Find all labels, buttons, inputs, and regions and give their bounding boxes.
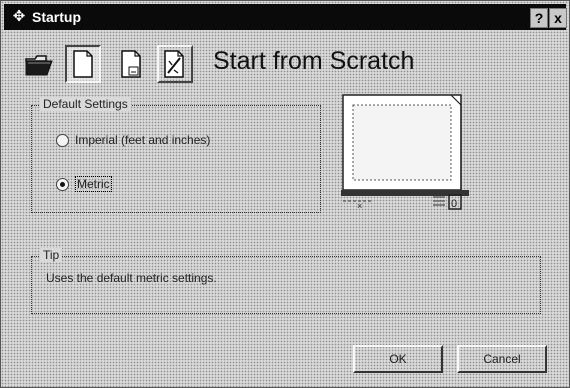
preview-x-marker: × [357,201,362,211]
cancel-button[interactable]: Cancel [457,345,547,373]
blank-page-icon [73,50,93,78]
imperial-option[interactable]: Imperial (feet and inches) [56,133,210,147]
use-wizard-button[interactable] [157,45,193,83]
default-settings-label: Default Settings [40,97,131,111]
ok-button[interactable]: OK [353,345,443,373]
page-heading: Start from Scratch [213,47,415,75]
metric-radio[interactable] [56,177,69,191]
window-title: Startup [32,9,81,25]
tip-group: Tip Uses the default metric settings. [31,248,541,314]
open-folder-icon [25,55,53,76]
help-button[interactable]: ? [530,8,548,28]
tip-text: Uses the default metric settings. [46,271,217,285]
close-button[interactable]: x [549,8,567,28]
imperial-radio[interactable] [56,133,69,147]
default-settings-group: Default Settings Imperial (feet and inch… [31,97,321,213]
wizard-page-icon [164,50,184,78]
template-page-icon [121,50,141,78]
title-bar[interactable]: ✥ Startup ? x [4,4,567,30]
startup-dialog: ✥ Startup ? x Start from Scratch Default… [0,0,570,388]
tip-label: Tip [40,248,63,262]
imperial-label[interactable]: Imperial (feet and inches) [75,133,210,147]
use-template-button[interactable] [113,45,149,83]
metric-option[interactable]: Metric [56,176,112,192]
metric-label[interactable]: Metric [75,176,112,192]
app-icon: ✥ [12,8,26,25]
open-drawing-button[interactable] [21,45,57,83]
start-from-scratch-button[interactable] [65,45,101,83]
preview-dim-marker: 0 [451,198,457,210]
drawing-preview: × 0 [341,94,469,211]
